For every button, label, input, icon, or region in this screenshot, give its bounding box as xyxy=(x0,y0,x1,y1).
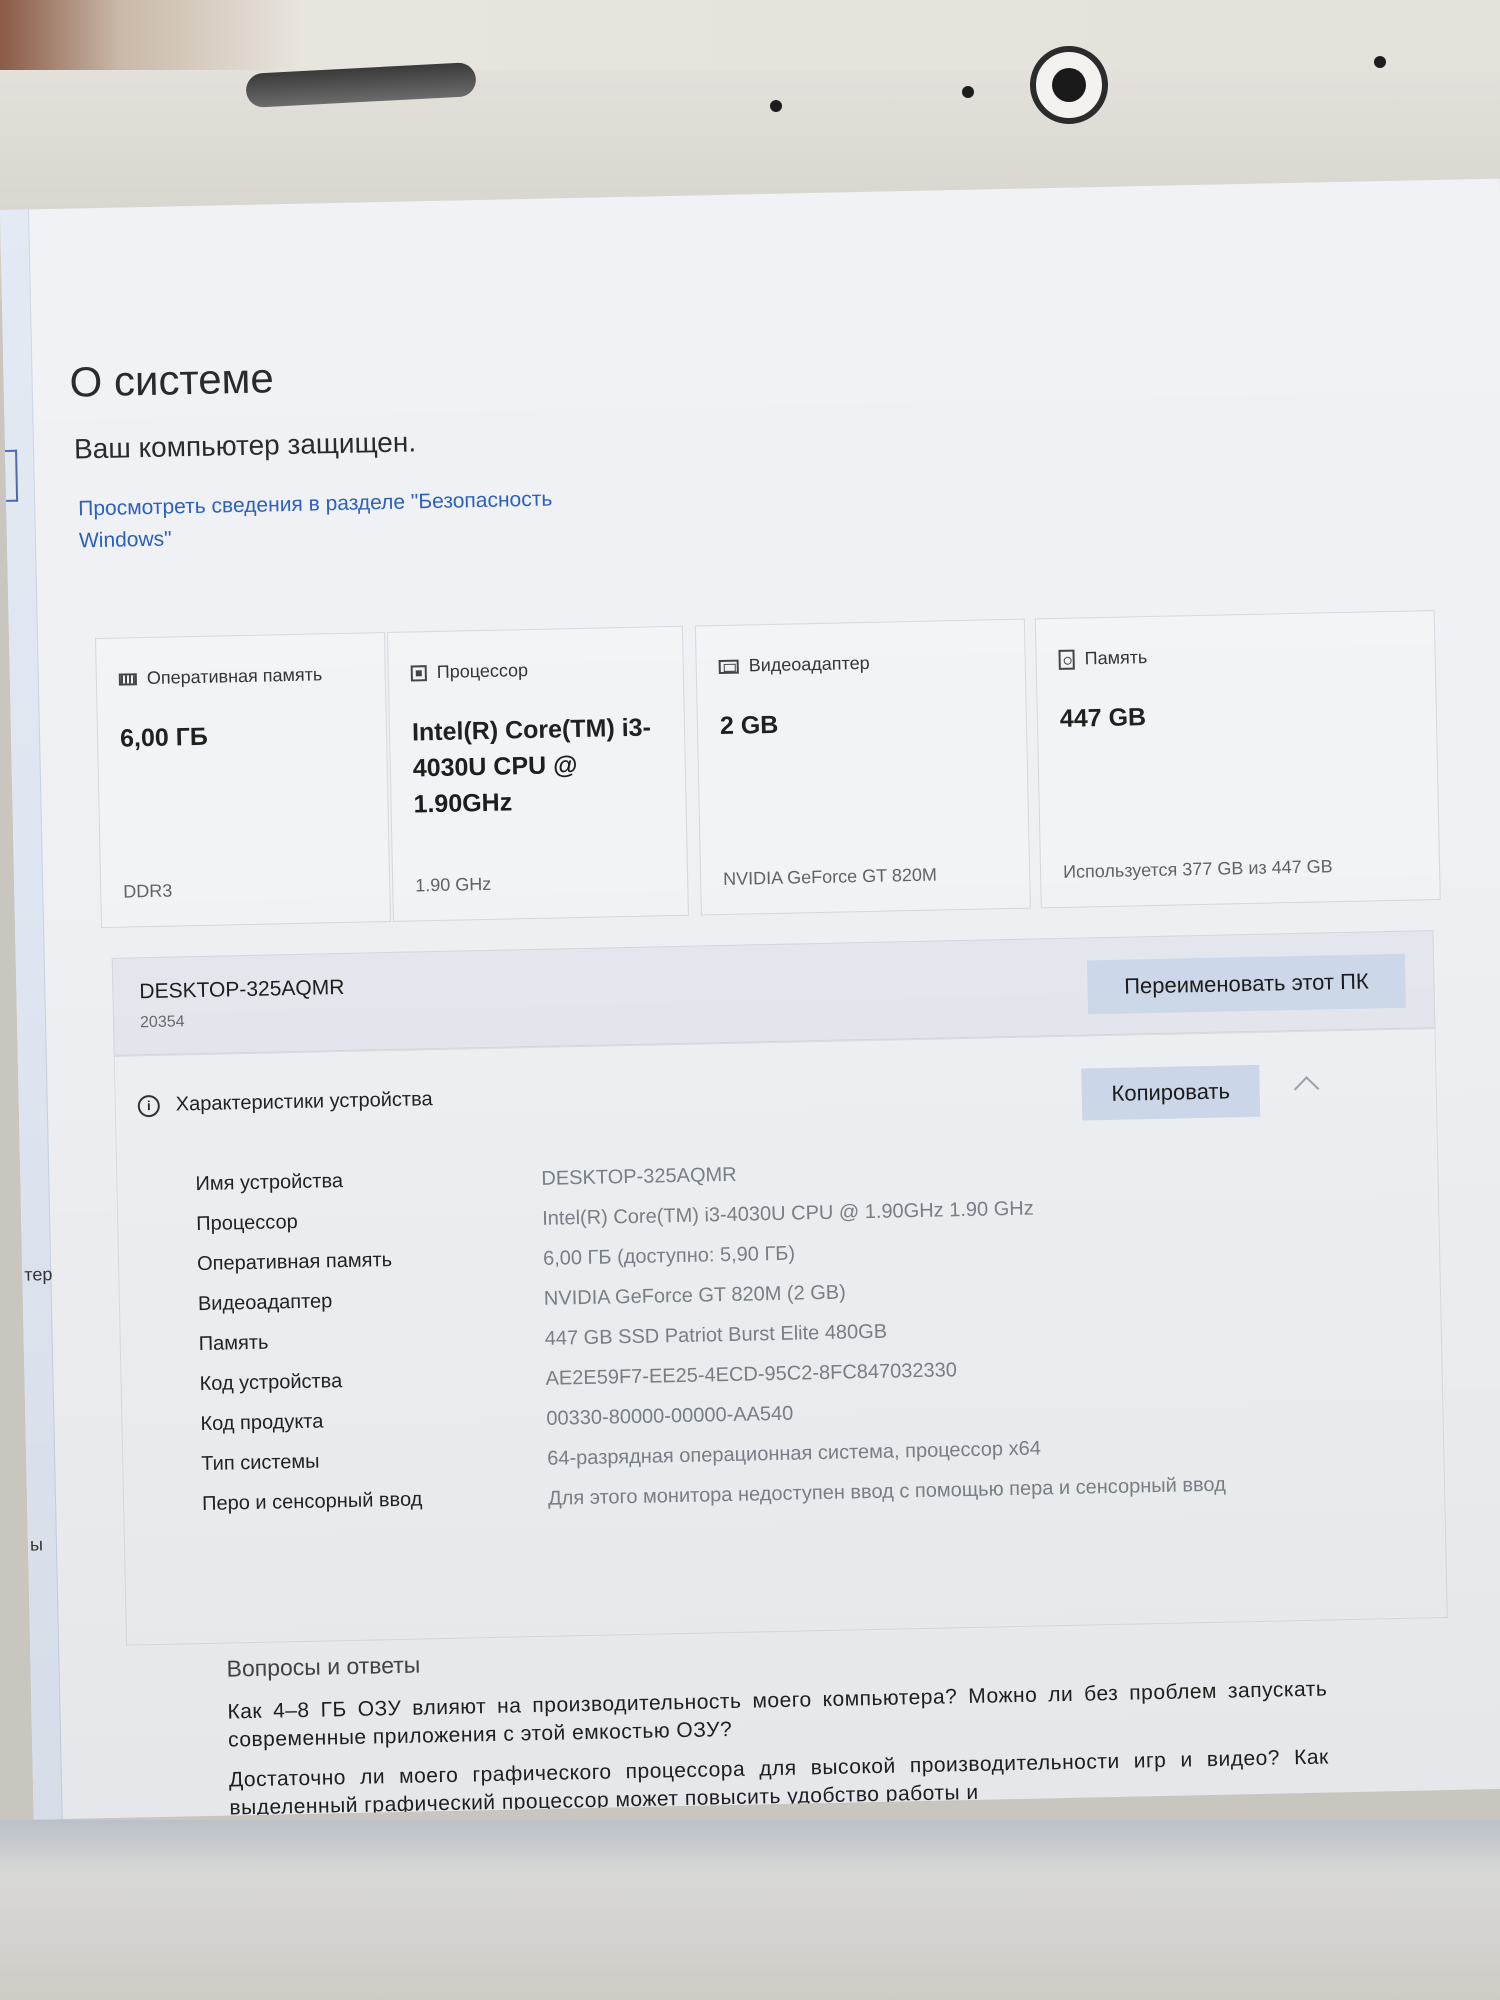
background-strip xyxy=(0,0,1500,70)
spec-key: Оперативная память xyxy=(196,1249,393,1276)
cpu-card-header: Процессор xyxy=(410,660,529,683)
storage-card-header: Память xyxy=(1058,647,1148,670)
ram-card-label: Оперативная память xyxy=(146,664,323,689)
ram-card-footer: DDR3 xyxy=(123,880,173,902)
spec-key: Код продукта xyxy=(200,1410,324,1436)
storage-card-value: 447 GB xyxy=(1059,703,1147,733)
chevron-up-icon[interactable] xyxy=(1293,1076,1320,1102)
webcam xyxy=(1030,46,1108,124)
gpu-card-value: 2 GB xyxy=(719,710,779,741)
info-icon: i xyxy=(137,1094,161,1117)
spec-key: Перо и сенсорный ввод xyxy=(201,1488,423,1516)
cpu-card-footer: 1.90 GHz xyxy=(415,873,492,896)
qa-question[interactable]: Как 4–8 ГБ ОЗУ влияют на производительно… xyxy=(227,1676,1328,1755)
sidebar-selection-edge[interactable] xyxy=(5,449,19,502)
copy-button[interactable]: Копировать xyxy=(1081,1064,1261,1121)
screen: тер ы О системе Ваш компьютер защищен. П… xyxy=(0,178,1500,1820)
protection-status: Ваш компьютер защищен. xyxy=(73,426,417,465)
cpu-card: Процессор Intel(R) Core(TM) i3-4030U CPU… xyxy=(386,625,689,922)
ram-card-value: 6,00 ГБ xyxy=(119,722,209,753)
spec-key: Тип системы xyxy=(201,1450,320,1476)
sidebar-item-fragment[interactable]: ы xyxy=(30,1534,43,1555)
storage-card-footer: Используется 377 GB из 447 GB xyxy=(1062,856,1333,882)
processor-icon xyxy=(410,664,427,681)
sidebar-item-fragment[interactable]: тер xyxy=(24,1264,53,1286)
memory-icon xyxy=(118,672,137,686)
qa-question[interactable]: Достаточно ли моего графического процесс… xyxy=(229,1744,1330,1820)
sensor-dot xyxy=(962,86,974,98)
spec-key: Процессор xyxy=(196,1210,298,1236)
device-specifications: i Характеристики устройства Копировать И… xyxy=(113,1028,1448,1646)
storage-card-label: Память xyxy=(1084,647,1148,669)
windows-security-link[interactable]: Просмотреть сведения в разделе "Безопасн… xyxy=(78,483,599,558)
rename-pc-button[interactable]: Переименовать этот ПК xyxy=(1086,953,1407,1015)
storage-card: Память 447 GB Используется 377 GB из 447… xyxy=(1034,610,1441,909)
specs-header[interactable]: i Характеристики устройства xyxy=(137,1088,433,1117)
pc-name: DESKTOP-325AQMR xyxy=(139,975,345,1004)
gpu-card-footer: NVIDIA GeForce GT 820M xyxy=(722,864,938,889)
spec-cards: Оперативная память 6,00 ГБ DDR3 Процессо… xyxy=(94,610,1441,938)
questions-section: Вопросы и ответы Как 4–8 ГБ ОЗУ влияют н… xyxy=(226,1633,1330,1820)
os-build: 20354 xyxy=(139,1013,185,1032)
sensor-dot xyxy=(770,100,782,112)
settings-sidebar: тер ы xyxy=(0,209,63,1820)
gpu-card: Видеоадаптер 2 GB NVIDIA GeForce GT 820M xyxy=(694,618,1031,916)
specs-header-label: Характеристики устройства xyxy=(175,1088,433,1116)
gpu-card-label: Видеоадаптер xyxy=(748,652,870,676)
spec-key: Видеоадаптер xyxy=(197,1290,333,1316)
gpu-card-header: Видеоадаптер xyxy=(718,652,870,677)
spec-key: Имя устройства xyxy=(195,1170,344,1196)
ram-card: Оперативная память 6,00 ГБ DDR3 xyxy=(94,632,391,929)
ram-card-header: Оперативная память xyxy=(118,664,323,689)
cpu-card-value: Intel(R) Core(TM) i3-4030U CPU @ 1.90GHz xyxy=(411,713,652,819)
laptop-bottom-bezel xyxy=(0,1820,1500,2000)
spec-value: DESKTOP-325AQMR xyxy=(541,1163,737,1190)
spec-key: Память xyxy=(198,1331,269,1356)
cpu-card-label: Процессор xyxy=(436,660,529,682)
display-adapter-icon xyxy=(718,659,739,674)
page-title: О системе xyxy=(69,354,275,406)
spec-key: Код устройства xyxy=(199,1370,343,1396)
sensor-dot xyxy=(1374,56,1386,68)
storage-icon xyxy=(1058,649,1075,670)
